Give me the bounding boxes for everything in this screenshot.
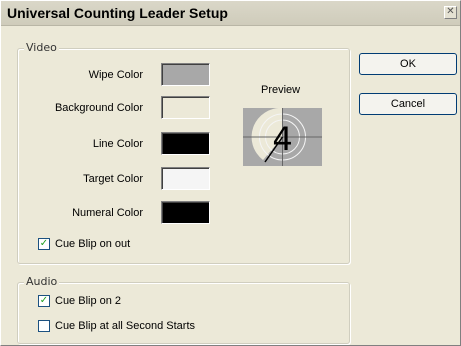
counting-leader-preview: 4 [243, 107, 322, 166]
setup-dialog: Universal Counting Leader Setup ✕ Video … [0, 0, 461, 346]
checkmark-icon: ✓ [39, 238, 49, 249]
cue-blip-on-out-label: Cue Blip on out [55, 238, 131, 250]
ok-button[interactable]: OK [359, 53, 457, 75]
preview-label: Preview [261, 84, 301, 96]
numeral-color-swatch[interactable] [161, 201, 210, 224]
title-bar[interactable]: Universal Counting Leader Setup ✕ [1, 1, 460, 26]
target-color-fill [162, 168, 209, 189]
close-icon[interactable]: ✕ [444, 6, 457, 19]
cancel-button[interactable]: Cancel [359, 93, 457, 115]
numeral-color-label: Numeral Color [72, 207, 143, 219]
video-group-label: Video [24, 41, 59, 54]
cue-blip-on-2-label: Cue Blip on 2 [55, 295, 122, 307]
cue-blip-on-out-row[interactable]: ✓ Cue Blip on out [38, 237, 130, 251]
wipe-color-label: Wipe Color [88, 69, 143, 81]
preview-numeral: 4 [272, 120, 292, 158]
checkmark-icon: ✓ [39, 295, 49, 306]
audio-group: Audio [17, 275, 350, 344]
preview-image: 4 [243, 107, 322, 166]
background-color-swatch[interactable] [161, 96, 210, 119]
wipe-color-fill [162, 64, 209, 85]
cue-blip-on-2-checkbox[interactable]: ✓ [38, 295, 50, 307]
target-color-label: Target Color [83, 173, 143, 185]
cue-blip-all-seconds-checkbox[interactable] [38, 320, 50, 332]
target-color-swatch[interactable] [161, 167, 210, 190]
line-color-swatch[interactable] [161, 132, 210, 155]
line-color-fill [162, 133, 209, 154]
cue-blip-on-out-checkbox[interactable]: ✓ [38, 238, 50, 250]
window-title: Universal Counting Leader Setup [7, 5, 228, 21]
line-color-label: Line Color [92, 138, 143, 150]
background-color-fill [162, 97, 209, 118]
background-color-label: Background Color [54, 102, 143, 114]
cue-blip-all-seconds-row[interactable]: Cue Blip at all Second Starts [38, 319, 195, 333]
cue-blip-all-seconds-label: Cue Blip at all Second Starts [55, 320, 196, 332]
audio-group-label: Audio [24, 275, 60, 288]
cue-blip-on-2-row[interactable]: ✓ Cue Blip on 2 [38, 294, 121, 308]
numeral-color-fill [162, 202, 209, 223]
wipe-color-swatch[interactable] [161, 63, 210, 86]
